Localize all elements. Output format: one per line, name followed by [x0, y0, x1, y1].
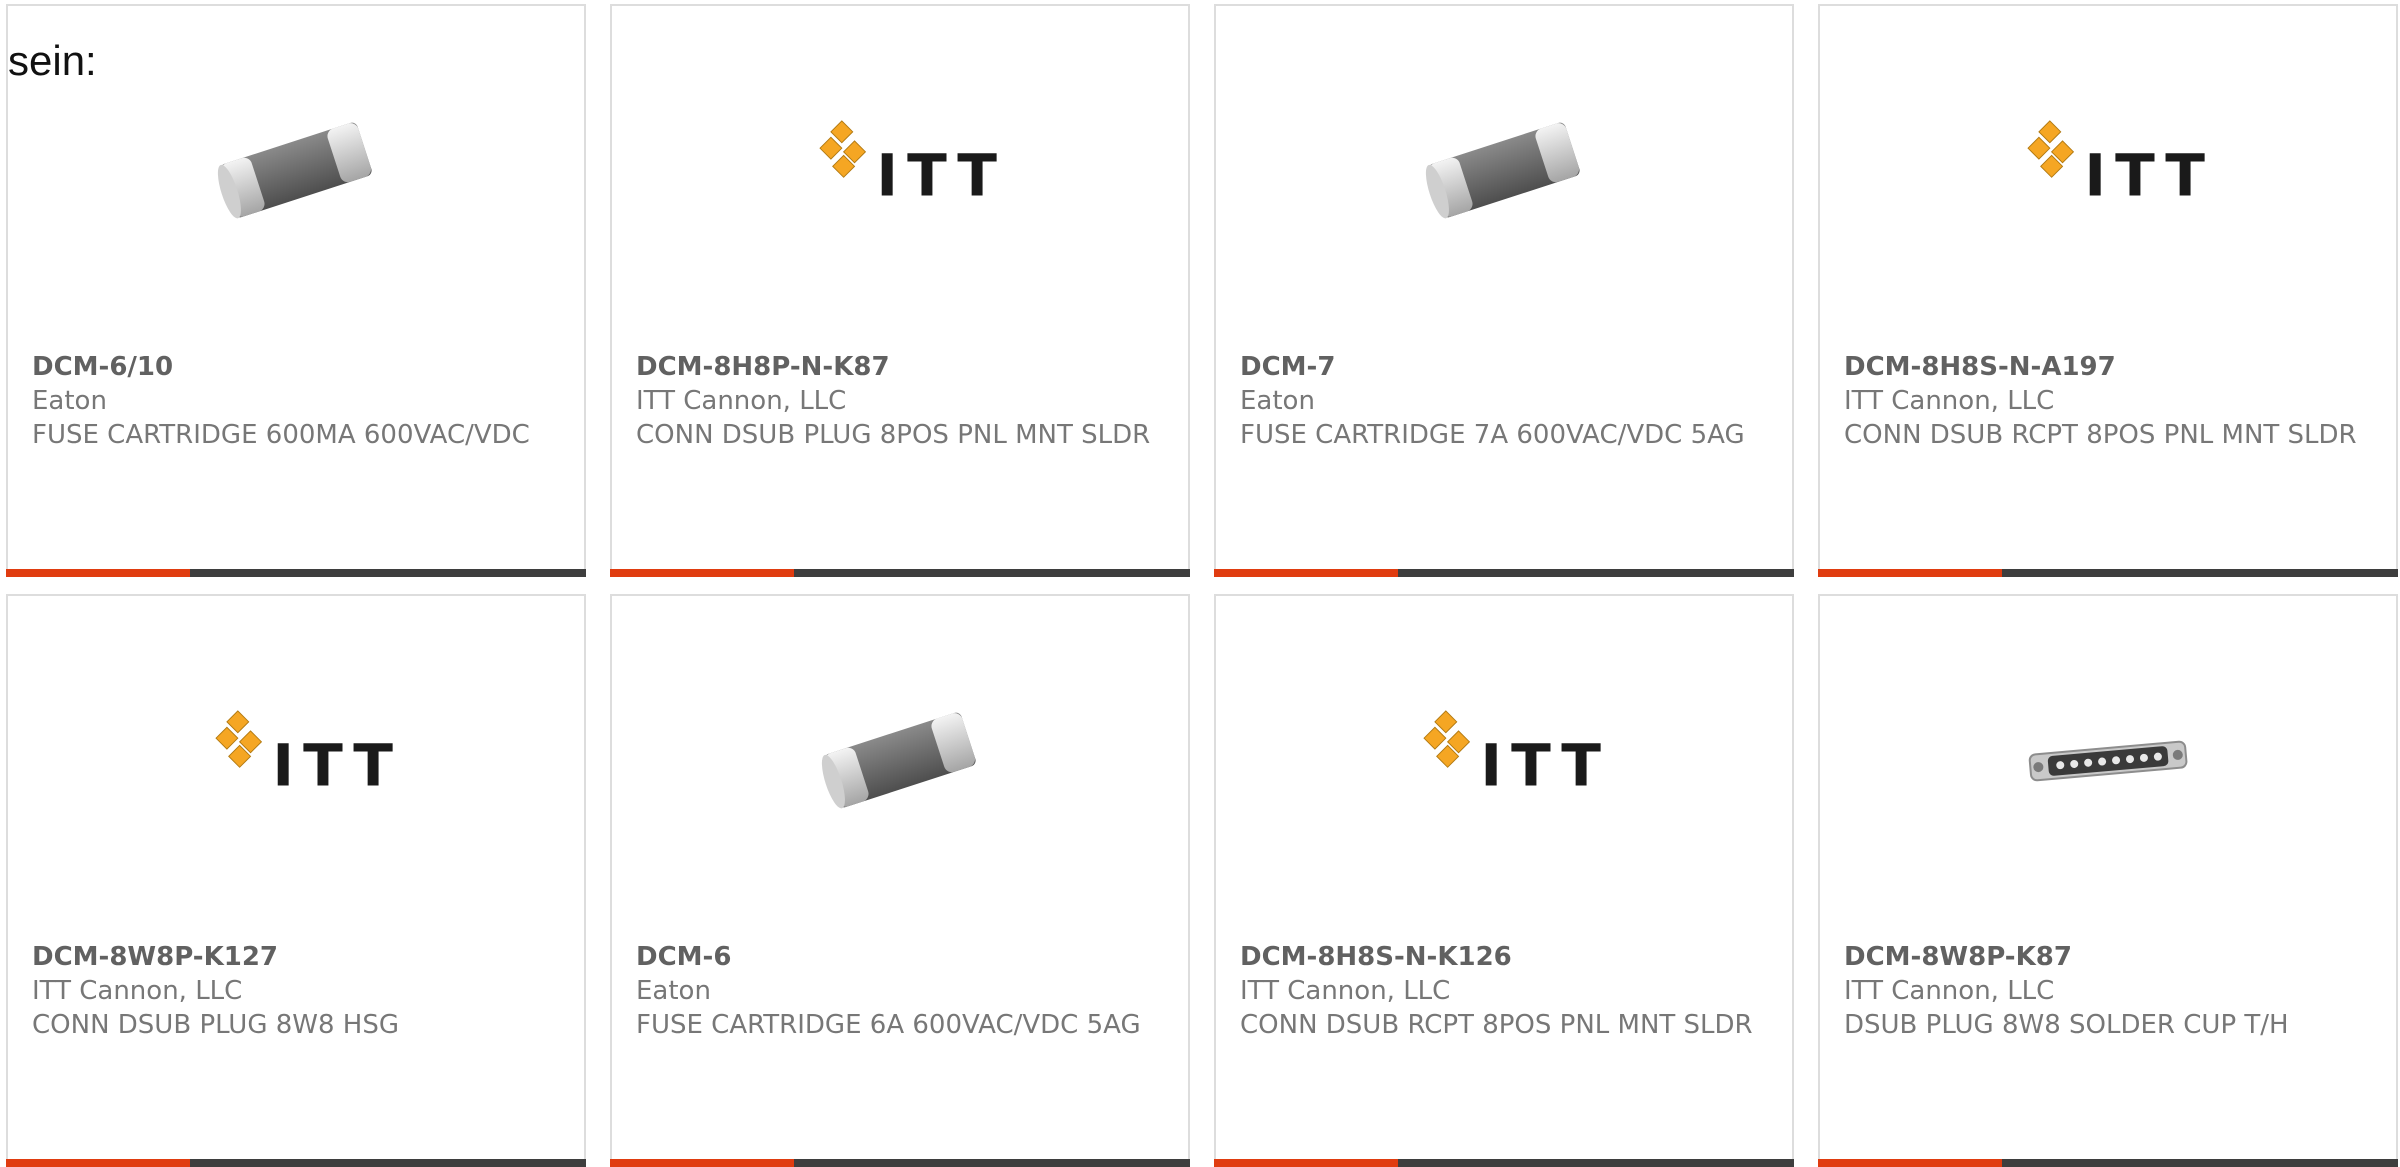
card-accent-segment: [610, 569, 794, 577]
itt-logo-icon: ITT: [2008, 70, 2208, 270]
product-card[interactable]: ITT DCM-8W8P-K127 ITT Cannon, LLC CONN D…: [6, 594, 586, 1167]
card-accent-segment: [6, 1159, 190, 1167]
fuse-cartridge-icon: [1404, 70, 1604, 270]
description: DSUB PLUG 8W8 SOLDER CUP T/H: [1844, 1010, 2289, 1040]
card-accent-bar: [610, 569, 1190, 577]
card-accent-bar: [6, 1159, 586, 1167]
manufacturer: Eaton: [32, 386, 107, 416]
manufacturer: ITT Cannon, LLC: [636, 386, 847, 416]
manufacturer: Eaton: [1240, 386, 1315, 416]
itt-logo-text: ITT: [2084, 141, 2208, 209]
product-info: DCM-8H8S-N-K126 ITT Cannon, LLC CONN DSU…: [1240, 940, 1768, 1042]
card-accent-bar: [1214, 1159, 1794, 1167]
fuse-cartridge-icon: [800, 660, 1000, 860]
product-info: DCM-6/10 Eaton FUSE CARTRIDGE 600MA 600V…: [32, 350, 560, 452]
itt-logo-icon: ITT: [1404, 660, 1604, 860]
description: CONN DSUB PLUG 8POS PNL MNT SLDR: [636, 420, 1151, 450]
card-accent-bar: [610, 1159, 1190, 1167]
card-accent-segment: [1818, 1159, 2002, 1167]
product-info: DCM-6 Eaton FUSE CARTRIDGE 6A 600VAC/VDC…: [636, 940, 1164, 1042]
product-info: DCM-8W8P-K127 ITT Cannon, LLC CONN DSUB …: [32, 940, 560, 1042]
product-card[interactable]: ITT DCM-8H8P-N-K87 ITT Cannon, LLC CONN …: [610, 4, 1190, 577]
product-info: DCM-8H8S-N-A197 ITT Cannon, LLC CONN DSU…: [1844, 350, 2372, 452]
card-accent-bar: [1818, 1159, 2398, 1167]
dsub-connector-icon: [2008, 660, 2208, 860]
manufacturer: ITT Cannon, LLC: [1844, 386, 2055, 416]
card-accent-segment: [1214, 569, 1398, 577]
product-card[interactable]: DCM-7 Eaton FUSE CARTRIDGE 7A 600VAC/VDC…: [1214, 4, 1794, 577]
manufacturer: ITT Cannon, LLC: [1240, 976, 1451, 1006]
part-number[interactable]: DCM-8H8S-N-K126: [1240, 940, 1768, 974]
product-card[interactable]: ITT DCM-8H8S-N-K126 ITT Cannon, LLC CONN…: [1214, 594, 1794, 1167]
manufacturer: ITT Cannon, LLC: [32, 976, 243, 1006]
description: CONN DSUB RCPT 8POS PNL MNT SLDR: [1240, 1010, 1753, 1040]
itt-logo-icon: ITT: [196, 660, 396, 860]
card-accent-segment: [6, 569, 190, 577]
product-info: DCM-7 Eaton FUSE CARTRIDGE 7A 600VAC/VDC…: [1240, 350, 1768, 452]
description: FUSE CARTRIDGE 6A 600VAC/VDC 5AG: [636, 1010, 1141, 1040]
part-number[interactable]: DCM-6/10: [32, 350, 560, 384]
part-number[interactable]: DCM-8W8P-K87: [1844, 940, 2372, 974]
product-card[interactable]: DCM-8W8P-K87 ITT Cannon, LLC DSUB PLUG 8…: [1818, 594, 2398, 1167]
card-accent-bar: [1214, 569, 1794, 577]
manufacturer: Eaton: [636, 976, 711, 1006]
product-grid: DCM-6/10 Eaton FUSE CARTRIDGE 600MA 600V…: [0, 0, 2400, 1167]
product-info: DCM-8H8P-N-K87 ITT Cannon, LLC CONN DSUB…: [636, 350, 1164, 452]
card-accent-segment: [1214, 1159, 1398, 1167]
itt-logo-text: ITT: [272, 731, 396, 799]
description: CONN DSUB RCPT 8POS PNL MNT SLDR: [1844, 420, 2357, 450]
manufacturer: ITT Cannon, LLC: [1844, 976, 2055, 1006]
product-card[interactable]: DCM-6 Eaton FUSE CARTRIDGE 6A 600VAC/VDC…: [610, 594, 1190, 1167]
description: FUSE CARTRIDGE 600MA 600VAC/VDC: [32, 420, 530, 450]
itt-logo-text: ITT: [876, 141, 1000, 209]
product-card[interactable]: ITT DCM-8H8S-N-A197 ITT Cannon, LLC CONN…: [1818, 4, 2398, 577]
card-accent-bar: [6, 569, 586, 577]
intro-text: sein:: [8, 37, 97, 84]
card-accent-segment: [610, 1159, 794, 1167]
description: FUSE CARTRIDGE 7A 600VAC/VDC 5AG: [1240, 420, 1745, 450]
part-number[interactable]: DCM-8H8S-N-A197: [1844, 350, 2372, 384]
product-info: DCM-8W8P-K87 ITT Cannon, LLC DSUB PLUG 8…: [1844, 940, 2372, 1042]
part-number[interactable]: DCM-8H8P-N-K87: [636, 350, 1164, 384]
part-number[interactable]: DCM-8W8P-K127: [32, 940, 560, 974]
itt-logo-text: ITT: [1480, 731, 1604, 799]
description: CONN DSUB PLUG 8W8 HSG: [32, 1010, 400, 1040]
card-accent-bar: [1818, 569, 2398, 577]
itt-logo-icon: ITT: [800, 70, 1000, 270]
fuse-cartridge-icon: [196, 70, 396, 270]
part-number[interactable]: DCM-7: [1240, 350, 1768, 384]
card-accent-segment: [1818, 569, 2002, 577]
part-number[interactable]: DCM-6: [636, 940, 1164, 974]
